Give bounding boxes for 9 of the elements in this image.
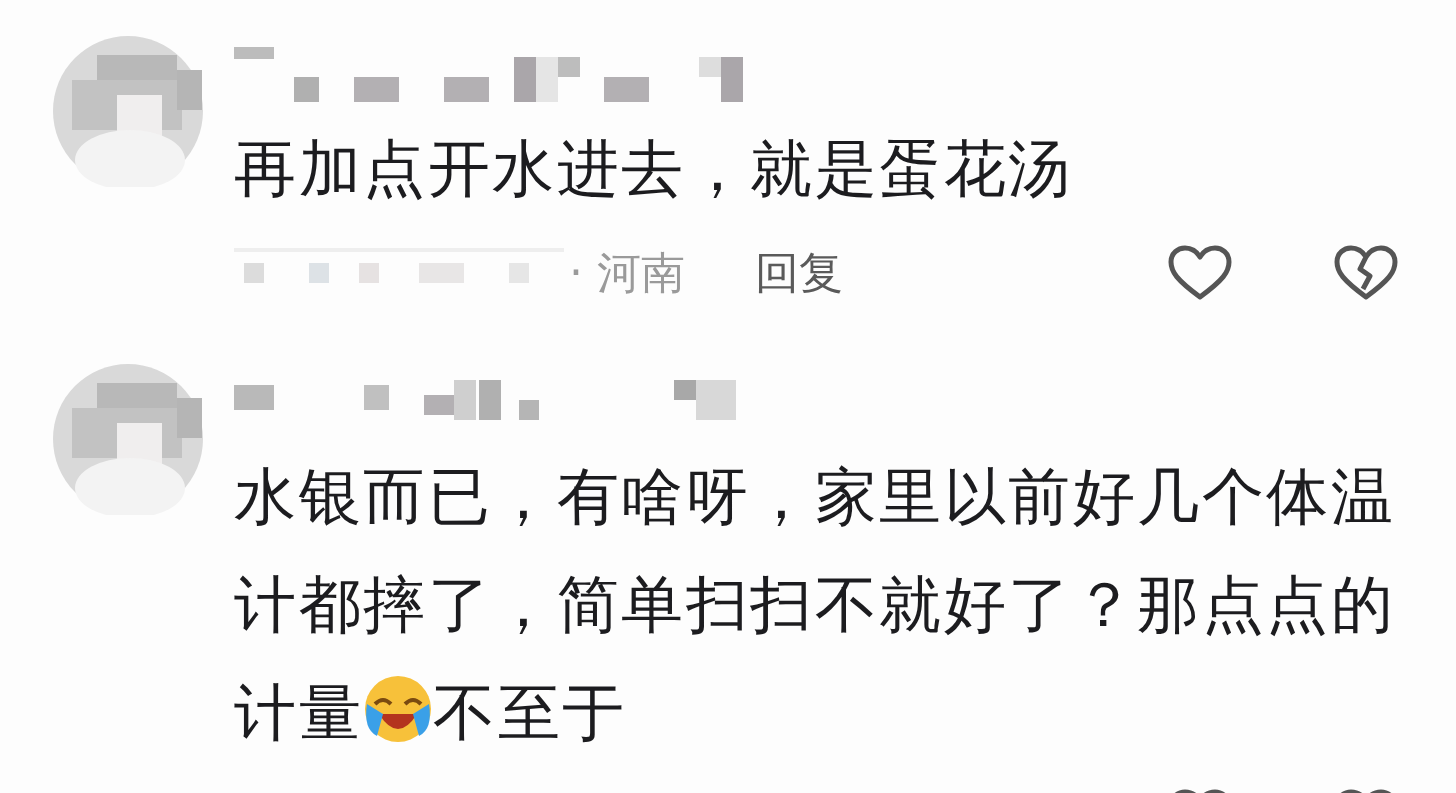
comment-text: 再加点开水进去，就是蛋花汤 <box>234 132 1073 205</box>
laughing-emoji-icon <box>363 674 433 744</box>
comment-text: 水银而已，有啥呀，家里以前好几个体温计都摔了，简单扫扫不就好了？那点点的 <box>234 460 1395 641</box>
comment-text: 不至于 <box>433 676 627 749</box>
location-text: · 河南 <box>569 245 685 300</box>
reply-link[interactable]: 回复 <box>755 243 843 303</box>
broken-heart-icon <box>1333 244 1399 302</box>
heart-icon <box>1167 244 1233 302</box>
comment-text: 计量 <box>234 676 363 749</box>
